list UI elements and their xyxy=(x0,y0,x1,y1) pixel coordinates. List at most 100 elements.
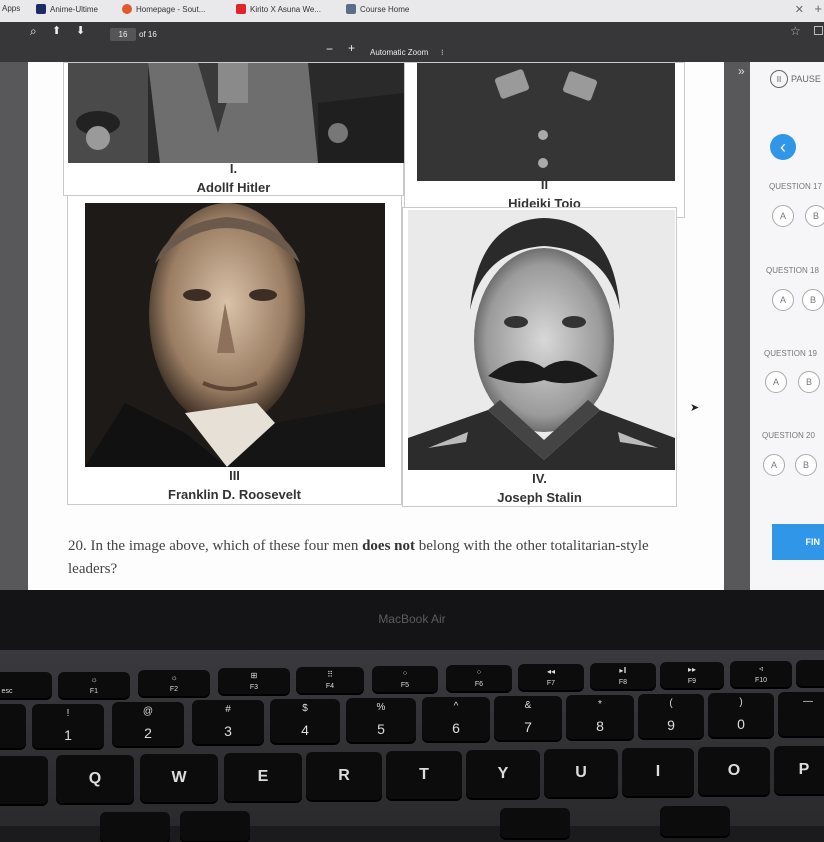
key-a-partial xyxy=(100,812,170,842)
key-legend: ^ xyxy=(453,701,459,712)
key-f10: ◃ F10 xyxy=(730,661,792,687)
bookmark-label: Anime-Ultime xyxy=(50,4,99,14)
collapse-panel-icon[interactable]: » xyxy=(738,64,745,78)
back-arrow-icon: ‹ xyxy=(780,136,786,157)
pause-button[interactable]: II PAUSE xyxy=(770,70,821,88)
key-legend: F2 xyxy=(169,686,179,693)
extension-icon[interactable] xyxy=(814,26,823,35)
finish-button[interactable]: FIN xyxy=(772,524,824,560)
bookmark-apps[interactable]: Apps xyxy=(2,4,20,13)
bookmark-anime-ultime[interactable]: Anime-Ultime xyxy=(36,4,98,14)
close-icon[interactable]: ✕ xyxy=(795,3,804,16)
previous-page-icon[interactable]: ⬆ xyxy=(52,24,61,37)
key-r: R xyxy=(306,752,382,800)
key-legend: ! xyxy=(66,708,70,719)
quiz-side-panel: » II PAUSE ‹ QUESTION 17 A B QUESTION 18… xyxy=(738,62,824,590)
q18-option-b[interactable]: B xyxy=(802,289,824,311)
key-legend: 5 xyxy=(377,721,385,737)
bookmarks-bar: Apps Anime-Ultime Homepage - Sout... Kir… xyxy=(0,0,824,22)
key-legend: 2 xyxy=(144,725,152,741)
next-page-icon[interactable]: ⬇ xyxy=(76,24,85,37)
bookmark-homepage[interactable]: Homepage - Sout... xyxy=(122,4,205,14)
back-button[interactable]: ‹ xyxy=(770,134,796,160)
key-2: @2 xyxy=(112,702,184,746)
new-tab-icon[interactable]: + xyxy=(814,1,822,16)
bookmark-kirito[interactable]: Kirito X Asuna We... xyxy=(236,4,321,14)
keyboard-light-down-icon: ⁘ xyxy=(401,669,409,678)
key-w: W xyxy=(140,754,218,802)
key-f9: ▸▸ F9 xyxy=(660,662,724,688)
hitler-photo xyxy=(68,63,404,163)
key-legend: & xyxy=(524,700,532,711)
bookmark-label: Homepage - Sout... xyxy=(136,4,206,14)
leader-name: Adollf Hitler xyxy=(196,180,271,195)
key-f5: ⁘ F5 xyxy=(372,666,438,692)
question-label: QUESTION 18 xyxy=(766,266,819,275)
key-tab xyxy=(0,756,48,804)
bookmark-star-icon[interactable]: ☆ xyxy=(790,24,801,38)
brightness-down-icon: ☼ xyxy=(90,675,98,684)
finish-label: FIN xyxy=(805,537,821,547)
key-f4: ⠿ F4 xyxy=(296,667,364,693)
question-20-text: 20. In the image above, which of these f… xyxy=(68,535,668,581)
key-t: T xyxy=(386,751,462,799)
key-p: P xyxy=(774,746,824,794)
question-label: QUESTION 19 xyxy=(764,349,817,358)
key-7: & 7 xyxy=(494,696,562,740)
key-esc: esc xyxy=(0,672,52,698)
play-pause-icon: ▸‖ xyxy=(619,666,627,675)
key-legend: ( xyxy=(669,698,673,709)
leader-name: Franklin D. Roosevelt xyxy=(168,487,301,502)
pause-icon: II xyxy=(770,70,788,88)
q17-option-a[interactable]: A xyxy=(772,205,794,227)
key-f7: ◂◂ F7 xyxy=(518,664,584,690)
key-o: O xyxy=(698,747,770,795)
key-h-partial xyxy=(500,808,570,838)
zoom-dropdown-icon[interactable]: ⁝ xyxy=(441,48,444,57)
key-legend: 4 xyxy=(301,722,309,738)
key-4: $4 xyxy=(270,699,340,743)
key-f3: ⊞ F3 xyxy=(218,668,290,694)
laptop-brand-label: MacBook Air xyxy=(378,612,446,626)
key-legend: * xyxy=(598,699,602,710)
leader-cell-roosevelt: III Franklin D. Roosevelt xyxy=(67,195,402,505)
key-legend: 3 xyxy=(224,723,232,739)
key-3: #3 xyxy=(192,700,264,744)
q19-option-a[interactable]: A xyxy=(765,371,787,393)
key-1: ! 1 xyxy=(32,704,104,748)
bookmark-course-home[interactable]: Course Home xyxy=(346,4,409,14)
homepage-icon xyxy=(122,4,132,14)
key-legend: F3 xyxy=(249,684,259,691)
key-legend: @ xyxy=(142,706,154,717)
key-f6: ⁘ F6 xyxy=(446,665,512,691)
page-total: of 16 xyxy=(139,30,157,39)
course-icon xyxy=(346,4,356,14)
pdf-toolbar: ⌕ ⬆ ⬇ 16 of 16 − + Automatic Zoom ⁝ ☆ xyxy=(0,22,824,62)
q20-option-a[interactable]: A xyxy=(763,454,785,476)
key-y: Y xyxy=(466,750,540,798)
key-legend: esc xyxy=(1,688,13,695)
zoom-out-button[interactable]: − xyxy=(326,42,333,56)
key-legend: ) xyxy=(739,697,743,708)
key-legend: 7 xyxy=(524,719,532,735)
q18-option-a[interactable]: A xyxy=(772,289,794,311)
roosevelt-photo xyxy=(85,203,385,467)
key-u: U xyxy=(544,749,618,797)
key-5: % 5 xyxy=(346,698,416,742)
key-8: * 8 xyxy=(566,695,634,739)
question-label: QUESTION 20 xyxy=(762,431,815,440)
search-icon[interactable]: ⌕ xyxy=(30,24,37,39)
zoom-select[interactable]: Automatic Zoom xyxy=(370,48,428,57)
q19-option-b[interactable]: B xyxy=(798,371,820,393)
anime-ultime-icon xyxy=(36,4,46,14)
zoom-in-button[interactable]: + xyxy=(348,41,355,55)
key-legend: F4 xyxy=(325,683,335,690)
question-text-part: 20. In the image above, which of these f… xyxy=(68,538,363,554)
leader-cell-tojo: II Hideiki Tojo xyxy=(404,62,685,218)
page-number-input[interactable]: 16 xyxy=(110,28,136,41)
key-legend: F8 xyxy=(618,679,628,686)
key-f2: ☼ F2 xyxy=(138,670,210,696)
q17-option-b[interactable]: B xyxy=(805,205,824,227)
mission-control-icon: ⊞ xyxy=(250,671,258,680)
q20-option-b[interactable]: B xyxy=(795,454,817,476)
